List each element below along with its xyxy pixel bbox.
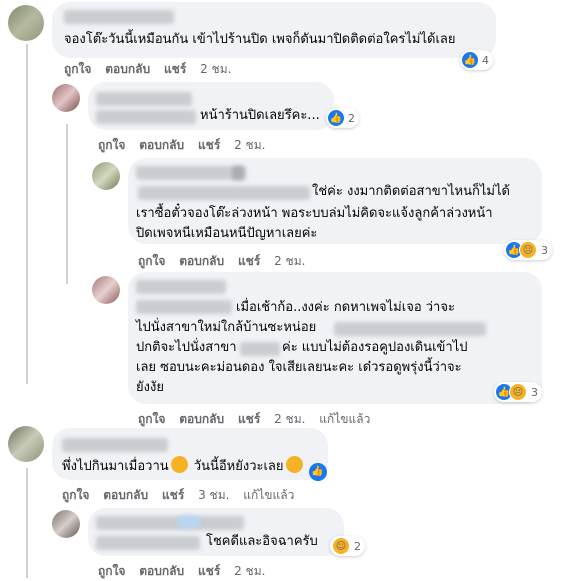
comment-text: ไปนั่งสาขาใหม่ใกล้บ้านซะหน่อย — [136, 320, 317, 335]
reply-button[interactable]: ตอบกลับ — [105, 62, 150, 76]
reaction-count: 4 — [482, 53, 489, 67]
sad-icon: ☹ — [509, 383, 527, 401]
reply-button[interactable]: ตอบกลับ — [139, 564, 184, 578]
redacted-text — [136, 300, 232, 314]
like-button[interactable]: ถูกใจ — [98, 138, 125, 152]
avatar[interactable] — [52, 510, 80, 538]
reply-button[interactable]: ตอบกลับ — [179, 254, 224, 268]
comment-actions: ถูกใจ ตอบกลับ แชร์ 2 ชม. — [98, 562, 275, 581]
redacted-text — [96, 536, 200, 550]
edited-label: แก้ไขแล้ว — [243, 488, 295, 502]
timestamp[interactable]: 2 ชม. — [200, 62, 231, 76]
reaction-count: 3 — [531, 385, 538, 399]
reaction-summary[interactable]: 👍 2 — [326, 108, 359, 128]
share-button[interactable]: แชร์ — [162, 488, 184, 502]
reply-button[interactable]: ตอบกลับ — [179, 412, 224, 426]
reaction-count: 2 — [348, 111, 355, 125]
commenter-name[interactable] — [136, 280, 226, 294]
comment-text-part: พึ่งไปกินมาเมื่อวาน — [62, 459, 169, 474]
comment-text: ปกติจะไปนั่งสาขา — [136, 340, 237, 355]
share-button[interactable]: แชร์ — [164, 62, 186, 76]
redacted-text — [96, 110, 196, 124]
comment-actions: ถูกใจ ตอบกลับ แชร์ 2 ชม. — [138, 252, 315, 271]
comment-actions: ถูกใจ ตอบกลับ แชร์ 2 ชม. แก้ไขแล้ว — [138, 410, 380, 429]
share-button[interactable]: แชร์ — [238, 254, 260, 268]
commenter-name[interactable] — [64, 10, 174, 24]
reaction-count: 2 — [354, 539, 361, 553]
redacted-text — [138, 186, 310, 200]
like-button[interactable]: ถูกใจ — [138, 412, 165, 426]
share-button[interactable]: แชร์ — [238, 412, 260, 426]
reply-button[interactable]: ตอบกลับ — [103, 488, 148, 502]
share-button[interactable]: แชร์ — [198, 564, 220, 578]
share-button[interactable]: แชร์ — [198, 138, 220, 152]
haha-icon: ☺ — [332, 537, 350, 555]
comment-text: จองโต๊ะวันนี้เหมือนกัน เข้าไปร้านปิด เพจ… — [64, 32, 456, 47]
timestamp[interactable]: 2 ชม. — [274, 412, 305, 426]
like-button[interactable]: ถูกใจ — [64, 62, 91, 76]
commenter-name[interactable] — [96, 92, 192, 106]
reaction-summary[interactable]: ☺ 2 — [330, 536, 365, 556]
like-icon: 👍 — [462, 52, 478, 68]
avatar[interactable] — [52, 84, 80, 112]
like-icon: 👍 — [328, 110, 344, 126]
avatar[interactable] — [92, 162, 120, 190]
thread-line — [26, 468, 28, 578]
timestamp[interactable]: 2 ชม. — [234, 138, 265, 152]
redacted-text — [334, 322, 486, 336]
reaction-count: 3 — [541, 243, 548, 257]
laugh-emoji-icon — [285, 456, 303, 473]
comment-text: ยังงัย — [136, 380, 164, 395]
timestamp[interactable]: 2 ชม. — [274, 254, 305, 268]
comment-text: เราซื้อตั๋วจองโต๊ะล่วงหน้า พอระบบล่มไม่ค… — [136, 206, 493, 221]
comment-text: โชคดีและอิจฉาครับ — [206, 534, 318, 549]
commenter-badge — [232, 166, 244, 180]
like-button[interactable]: ถูกใจ — [138, 254, 165, 268]
comment-text: ค่ะ แบบไม่ต้องรอคูปองเดินเข้าไป — [282, 340, 468, 355]
comment-text: เมื่อเช้าก้อ..งงค่ะ กดหาเพจไม่เจอ ว่าจะ — [236, 300, 455, 315]
timestamp[interactable]: 3 ชม. — [198, 488, 229, 502]
reaction-summary[interactable]: 👍 4 — [460, 50, 493, 70]
like-button[interactable]: ถูกใจ — [98, 564, 125, 578]
comment-actions: ถูกใจ ตอบกลับ แชร์ 3 ชม. แก้ไขแล้ว — [62, 486, 304, 505]
scream-emoji-icon — [170, 456, 188, 473]
comment-text: พึ่งไปกินมาเมื่อวาน วันนี้อีหยังวะเลย 👍 — [62, 456, 327, 481]
reply-button[interactable]: ตอบกลับ — [139, 138, 184, 152]
avatar[interactable] — [8, 5, 44, 41]
edited-label: แก้ไขแล้ว — [319, 412, 371, 426]
thread-line — [26, 44, 28, 384]
redacted-text — [240, 342, 280, 356]
comment-text-part: วันนี้อีหยังวะเลย — [193, 459, 284, 474]
thread-line — [66, 124, 68, 284]
comment-text: หน้าร้านปิดเลยรึคะ... — [200, 108, 320, 123]
comment-actions: ถูกใจ ตอบกลับ แชร์ 2 ชม. — [64, 60, 241, 79]
reaction-summary[interactable]: 👍 ☹ 3 — [494, 382, 542, 402]
avatar[interactable] — [8, 426, 44, 462]
comment-actions: ถูกใจ ตอบกลับ แชร์ 2 ชม. — [98, 136, 275, 155]
commenter-name[interactable] — [96, 516, 244, 530]
comment-text: ใช่ค่ะ งงมากติดต่อสาขาไหนก็ไม่ได้ — [312, 184, 510, 199]
avatar[interactable] — [92, 276, 120, 304]
like-icon[interactable]: 👍 — [308, 463, 327, 481]
comment-text: เลย ซอบนะคะม่อนดอง ใจเสียเลยนะคะ เด๋วรอด… — [136, 360, 462, 375]
timestamp[interactable]: 2 ชม. — [234, 564, 265, 578]
commenter-name[interactable] — [136, 166, 246, 180]
commenter-badge — [178, 516, 200, 528]
comment-text: ปิดเพจหนีเหมือนหนีปัญหาเลยค่ะ — [136, 226, 318, 241]
sad-icon: ☹ — [519, 241, 537, 259]
commenter-name[interactable] — [62, 438, 168, 452]
like-button[interactable]: ถูกใจ — [62, 488, 89, 502]
reaction-summary[interactable]: 👍 ☹ 3 — [504, 240, 552, 260]
